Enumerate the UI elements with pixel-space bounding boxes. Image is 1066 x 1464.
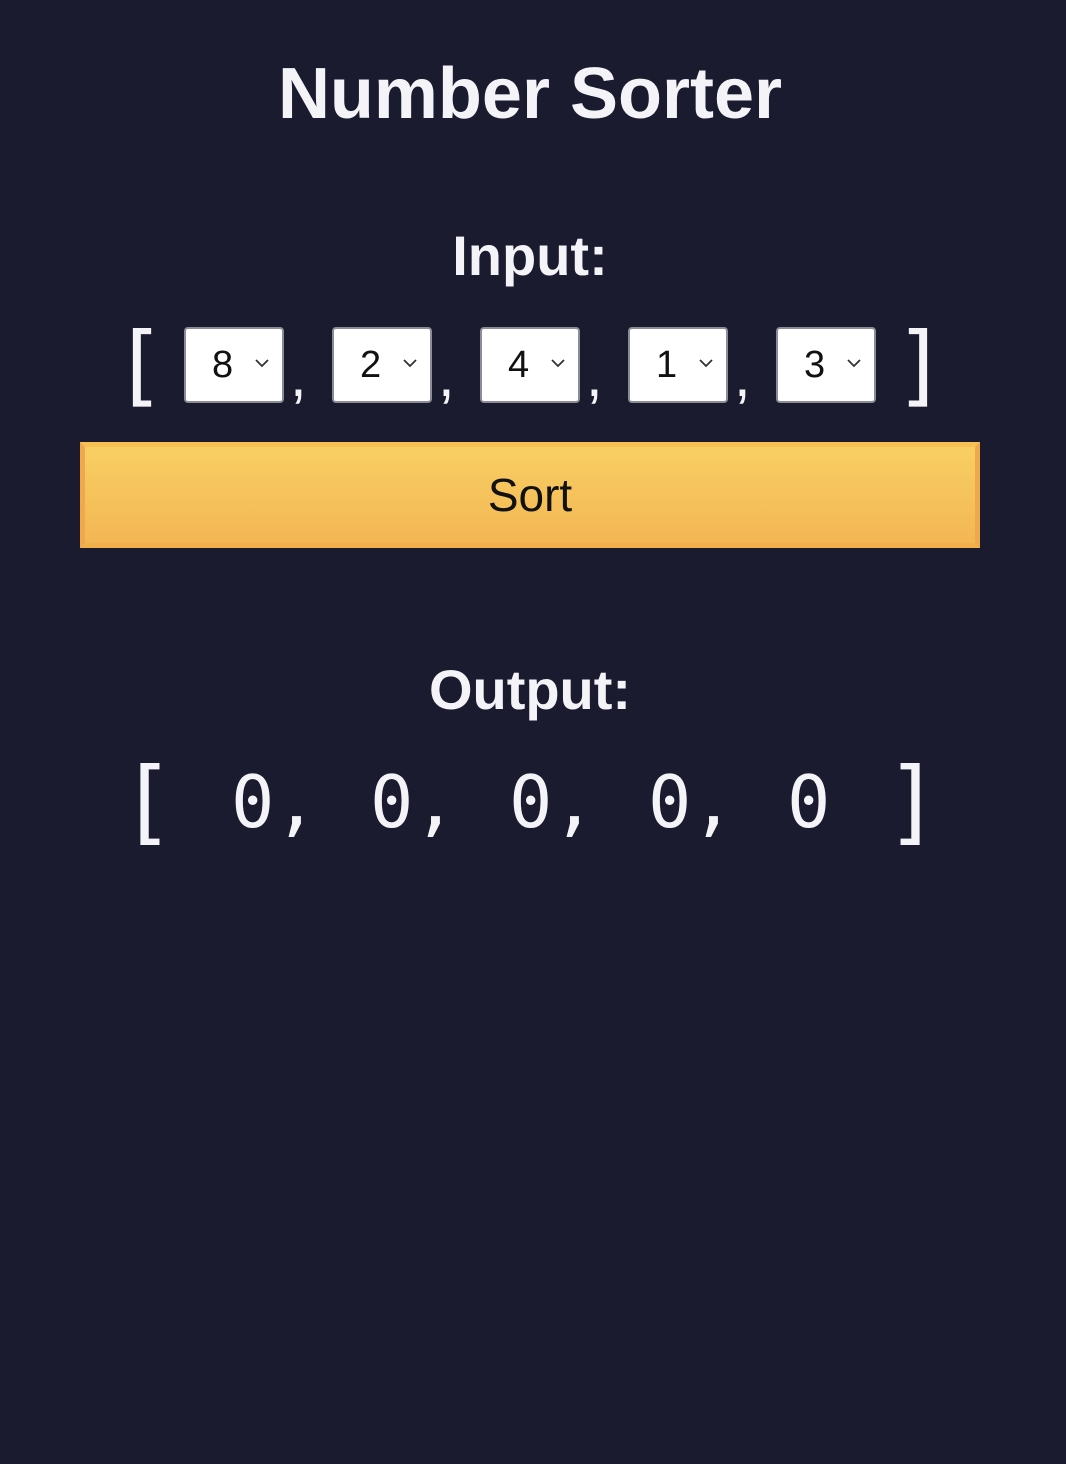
input-separator: , (586, 342, 603, 409)
number-select-1[interactable]: 8 (184, 327, 284, 403)
output-separator: , (274, 760, 318, 844)
chevron-down-icon (847, 359, 861, 368)
number-select-3[interactable]: 4 (480, 327, 580, 403)
output-item-5: 0 (787, 752, 831, 852)
output-item-1: 0 , (231, 752, 370, 852)
output-value-3: 0 (509, 760, 553, 844)
output-label: Output: (428, 658, 632, 721)
output-item-3: 0 , (509, 752, 648, 852)
output-array: [ 0 , 0 , 0 , 0 , 0 ] (0, 752, 1060, 852)
output-close-bracket: ] (885, 748, 941, 855)
number-sorter-app: Number Sorter Input: [ 8 , 2 , 4 , 1 , 3… (0, 0, 1066, 1464)
input-open-bracket: [ (113, 313, 166, 416)
output-separator: , (413, 760, 457, 844)
input-separator: , (290, 342, 307, 409)
output-item-2: 0 , (370, 752, 509, 852)
number-select-5-value: 3 (804, 344, 826, 386)
output-value-2: 0 (370, 760, 414, 844)
number-select-3-value: 4 (508, 344, 530, 386)
input-array: [ 8 , 2 , 4 , 1 , 3 ] (0, 313, 1060, 416)
output-open-bracket: [ (119, 748, 175, 855)
input-label: Input: (452, 224, 608, 287)
output-value-1: 0 (231, 760, 275, 844)
chevron-down-icon (699, 359, 713, 368)
sort-button[interactable]: Sort (80, 442, 980, 548)
chevron-down-icon (255, 359, 269, 368)
number-select-4[interactable]: 1 (628, 327, 728, 403)
number-select-1-value: 8 (212, 344, 234, 386)
output-value-4: 0 (648, 760, 692, 844)
number-select-2-value: 2 (360, 344, 382, 386)
output-separator: , (552, 760, 596, 844)
chevron-down-icon (403, 359, 417, 368)
output-value-5: 0 (787, 760, 831, 844)
number-select-4-value: 1 (656, 344, 678, 386)
number-select-5[interactable]: 3 (776, 327, 876, 403)
input-separator: , (734, 342, 751, 409)
number-select-2[interactable]: 2 (332, 327, 432, 403)
chevron-down-icon (551, 359, 565, 368)
output-item-4: 0 , (648, 752, 787, 852)
input-separator: , (438, 342, 455, 409)
output-separator: , (691, 760, 735, 844)
input-close-bracket: ] (894, 313, 947, 416)
page-title: Number Sorter (277, 54, 783, 134)
